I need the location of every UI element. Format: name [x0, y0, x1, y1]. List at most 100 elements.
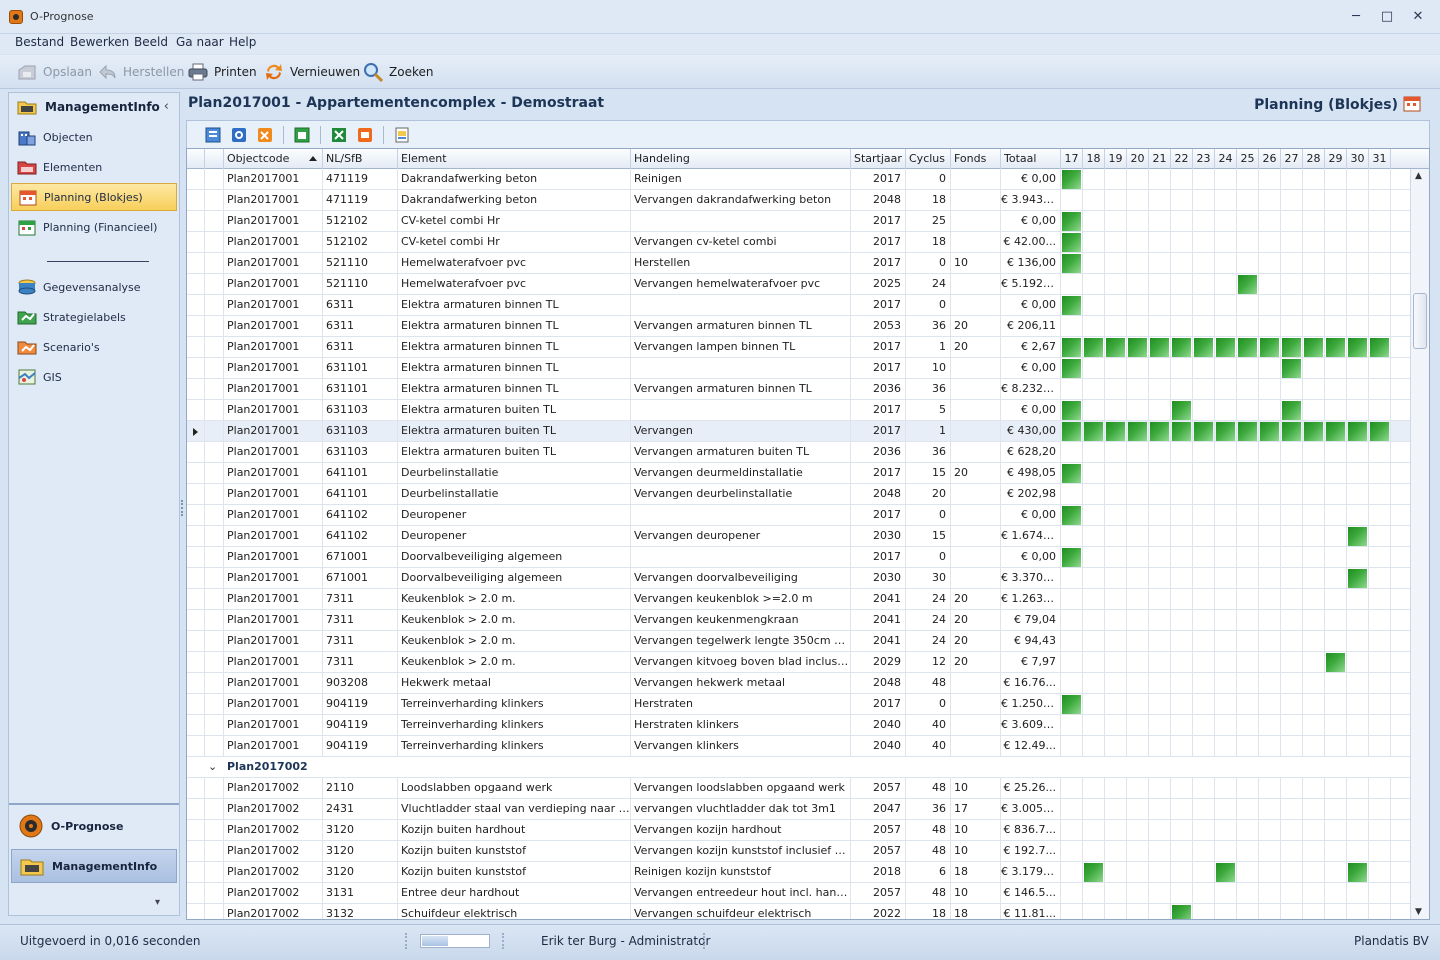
planning-grid[interactable]: Objectcode NL/SfB Element Handeling Startjaa…	[186, 148, 1430, 920]
day-cell[interactable]	[1303, 673, 1325, 694]
day-cell[interactable]	[1105, 841, 1127, 862]
day-cell[interactable]	[1083, 358, 1105, 379]
menu-ga-naar[interactable]: Ga naar	[176, 35, 224, 49]
cell-element[interactable]: Elektra armaturen buiten TL	[398, 442, 631, 463]
cell-sfb[interactable]: 631103	[323, 442, 398, 463]
menu-beeld[interactable]: Beeld	[134, 35, 168, 49]
cell-code[interactable]: Plan2017001	[224, 568, 323, 589]
day-cell[interactable]	[1105, 631, 1127, 652]
day-cell[interactable]	[1171, 610, 1193, 631]
row-indicator-cell[interactable]	[187, 169, 205, 190]
day-cell[interactable]	[1325, 736, 1347, 757]
planning-block[interactable]	[1238, 338, 1257, 357]
day-cell[interactable]	[1193, 505, 1215, 526]
planning-block[interactable]	[1282, 422, 1301, 441]
cell-element[interactable]: Keukenblok > 2.0 m.	[398, 589, 631, 610]
day-cell[interactable]	[1369, 505, 1391, 526]
day-cell[interactable]	[1303, 190, 1325, 211]
day-cell[interactable]	[1083, 484, 1105, 505]
cell-handeling[interactable]: Vervangen	[631, 421, 851, 442]
day-cell[interactable]	[1127, 673, 1149, 694]
day-cell[interactable]	[1347, 316, 1369, 337]
day-cell[interactable]	[1237, 379, 1259, 400]
cell-totaal[interactable]: € 3.943....	[1001, 190, 1061, 211]
day-cell[interactable]	[1149, 379, 1171, 400]
day-cell[interactable]	[1215, 547, 1237, 568]
day-cell[interactable]	[1149, 610, 1171, 631]
day-cell[interactable]	[1347, 505, 1369, 526]
table-row[interactable]: Plan2017001 641102 Deuropener Vervangen deu…	[187, 526, 1410, 547]
day-cell[interactable]	[1369, 694, 1391, 715]
cell-element[interactable]: Keukenblok > 2.0 m.	[398, 610, 631, 631]
day-cell[interactable]	[1215, 778, 1237, 799]
day-cell[interactable]	[1303, 169, 1325, 190]
cell-fonds[interactable]: 20	[951, 463, 1001, 484]
day-cell[interactable]	[1325, 673, 1347, 694]
day-cell[interactable]	[1259, 568, 1281, 589]
day-cell[interactable]	[1325, 631, 1347, 652]
day-cell[interactable]	[1193, 631, 1215, 652]
cell-totaal[interactable]: € 0,00	[1001, 547, 1061, 568]
day-cell[interactable]	[1083, 337, 1105, 358]
day-cell[interactable]	[1083, 505, 1105, 526]
cell-fonds[interactable]	[951, 442, 1001, 463]
day-cell[interactable]	[1369, 169, 1391, 190]
day-cell[interactable]	[1259, 778, 1281, 799]
day-cell[interactable]	[1127, 463, 1149, 484]
planning-block[interactable]	[1062, 233, 1081, 252]
day-cell[interactable]	[1325, 253, 1347, 274]
day-cell[interactable]	[1281, 211, 1303, 232]
cell-cyclus[interactable]: 1	[906, 337, 951, 358]
cell-code[interactable]: Plan2017001	[224, 274, 323, 295]
planning-block[interactable]	[1062, 170, 1081, 189]
day-cell[interactable]	[1347, 190, 1369, 211]
row-indicator-cell[interactable]	[187, 589, 205, 610]
day-cell[interactable]	[1171, 337, 1193, 358]
cell-totaal[interactable]: € 5.192....	[1001, 274, 1061, 295]
day-cell[interactable]	[1193, 841, 1215, 862]
planning-block[interactable]	[1348, 422, 1367, 441]
day-cell[interactable]	[1325, 379, 1347, 400]
table-row[interactable]: Plan2017001 512102 CV-ketel combi Hr 2017 25…	[187, 211, 1410, 232]
day-cell[interactable]	[1325, 652, 1347, 673]
day-cell[interactable]	[1281, 883, 1303, 904]
day-cell[interactable]	[1171, 295, 1193, 316]
cell-cyclus[interactable]: 36	[906, 442, 951, 463]
day-cell[interactable]	[1281, 358, 1303, 379]
cell-totaal[interactable]: € 11.81...	[1001, 904, 1061, 919]
day-cell[interactable]	[1259, 652, 1281, 673]
day-cell[interactable]	[1193, 379, 1215, 400]
day-cell[interactable]	[1061, 778, 1083, 799]
day-cell[interactable]	[1369, 253, 1391, 274]
day-cell[interactable]	[1083, 232, 1105, 253]
cell-start[interactable]: 2048	[851, 190, 906, 211]
row-indicator-cell[interactable]	[187, 421, 205, 442]
day-cell[interactable]	[1347, 358, 1369, 379]
restore-button[interactable]: Herstellen	[96, 60, 184, 84]
day-cell[interactable]	[1171, 505, 1193, 526]
day-cell[interactable]	[1215, 841, 1237, 862]
cell-handeling[interactable]: Vervangen kozijn kunststof inclusief beg…	[631, 841, 851, 862]
cell-start[interactable]: 2030	[851, 568, 906, 589]
cell-cyclus[interactable]: 24	[906, 631, 951, 652]
cell-fonds[interactable]: 10	[951, 253, 1001, 274]
day-cell[interactable]	[1061, 169, 1083, 190]
day-cell[interactable]	[1259, 379, 1281, 400]
day-cell[interactable]	[1193, 820, 1215, 841]
day-cell[interactable]	[1347, 568, 1369, 589]
cell-start[interactable]: 2017	[851, 295, 906, 316]
cell-sfb[interactable]: 904119	[323, 694, 398, 715]
day-cell[interactable]	[1325, 274, 1347, 295]
day-cell[interactable]	[1149, 316, 1171, 337]
day-cell[interactable]	[1215, 484, 1237, 505]
cell-handeling[interactable]: vervangen vluchtladder dak tot 3m1	[631, 799, 851, 820]
row-indicator-cell[interactable]	[187, 841, 205, 862]
day-cell[interactable]	[1281, 400, 1303, 421]
day-cell[interactable]	[1171, 820, 1193, 841]
day-cell[interactable]	[1281, 589, 1303, 610]
day-cell[interactable]	[1083, 799, 1105, 820]
day-cell[interactable]	[1149, 190, 1171, 211]
day-cell[interactable]	[1237, 883, 1259, 904]
day-cell[interactable]	[1281, 169, 1303, 190]
day-cell[interactable]	[1149, 841, 1171, 862]
